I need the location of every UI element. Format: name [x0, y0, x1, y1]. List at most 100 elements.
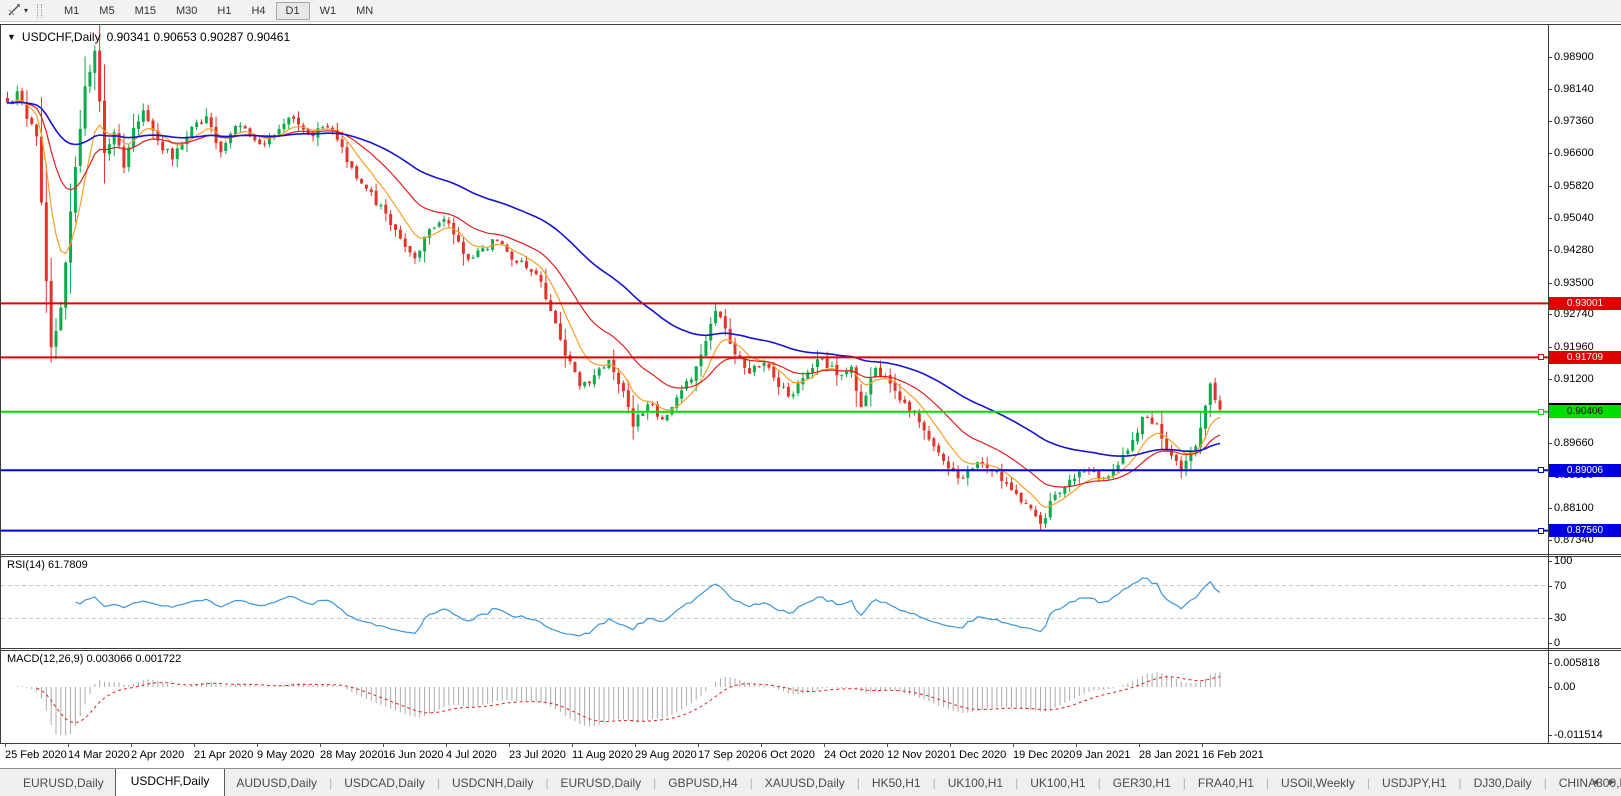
hline-marker: [1538, 409, 1544, 415]
price-tick-label: 0.91200: [1554, 373, 1594, 385]
price-level-badge: 0.87560: [1549, 524, 1621, 537]
date-tick-label: 28 Jan 2021: [1139, 749, 1200, 761]
main-chart-canvas[interactable]: [1, 24, 1548, 554]
date-tick-label: 16 Jun 2020: [383, 749, 444, 761]
date-axis-tick: [194, 743, 195, 747]
date-tick-label: 23 Jul 2020: [509, 749, 566, 761]
symbol-tab-xauusd-daily[interactable]: XAUUSD,Daily: [754, 771, 856, 795]
tool-dropdown-caret-icon[interactable]: ▾: [24, 7, 28, 15]
price-tick-label: 0.94280: [1554, 244, 1594, 256]
timeframe-button-h1[interactable]: H1: [207, 2, 241, 20]
symbol-tab-ger30-h1[interactable]: GER30,H1: [1102, 771, 1182, 795]
date-axis-tick: [887, 743, 888, 747]
macd-indicator-label: MACD(12,26,9) 0.003066 0.001722: [7, 653, 181, 665]
symbol-tab-eurusd-daily[interactable]: EURUSD,Daily: [12, 771, 115, 795]
symbol-tab-dj30-daily[interactable]: DJ30,Daily: [1463, 771, 1543, 795]
date-axis-tick: [572, 743, 573, 747]
price-axis-tick: [1548, 443, 1552, 444]
timeframe-button-m15[interactable]: M15: [125, 2, 166, 20]
price-tick-label: 0.95040: [1554, 212, 1594, 224]
date-axis-tick: [320, 743, 321, 747]
macd-canvas[interactable]: [1, 650, 1548, 743]
chart-title-dropdown-icon[interactable]: ▼: [7, 32, 16, 42]
date-axis-tick: [257, 743, 258, 747]
chart-left-border: [0, 24, 1, 743]
date-axis-tick: [1139, 743, 1140, 747]
price-tick-label: 0.92740: [1554, 308, 1594, 320]
price-tick-label: 0.96600: [1554, 147, 1594, 159]
toolbar-grip-handle[interactable]: [37, 4, 42, 18]
symbol-tab-uk100-h1[interactable]: UK100,H1: [1019, 771, 1096, 795]
price-tick-label: 0.88100: [1554, 502, 1594, 514]
mt4-window: ▾ M1M5M15M30H1H4D1W1MN ▼ USDCHF,Daily 0.…: [0, 0, 1621, 796]
symbol-tab-hk50-h1[interactable]: HK50,H1: [861, 771, 932, 795]
crosshair-tool-icon: [7, 3, 22, 18]
symbol-tab-usdchf-daily[interactable]: USDCHF,Daily: [115, 768, 226, 796]
timeframe-button-m1[interactable]: M1: [54, 2, 89, 20]
price-axis-tick: [1548, 283, 1552, 284]
date-tick-label: 29 Aug 2020: [635, 749, 697, 761]
timeframe-button-mn[interactable]: MN: [346, 2, 383, 20]
date-axis-tick: [131, 743, 132, 747]
timeframe-button-m5[interactable]: M5: [89, 2, 124, 20]
date-axis-tick: [1202, 743, 1203, 747]
rsi-tick-label: 0: [1554, 637, 1560, 649]
crosshair-tool-button[interactable]: ▾: [4, 2, 31, 19]
hline-marker: [1538, 354, 1544, 360]
date-axis-tick: [698, 743, 699, 747]
date-tick-label: 6 Oct 2020: [761, 749, 815, 761]
date-axis-tick: [68, 743, 69, 747]
symbol-tab-usdcnh-daily[interactable]: USDCNH,Daily: [441, 771, 544, 795]
timeframe-button-d1[interactable]: D1: [276, 2, 310, 20]
date-tick-label: 9 May 2020: [257, 749, 314, 761]
rsi-axis-tick: [1548, 586, 1552, 587]
timeframe-button-m30[interactable]: M30: [166, 2, 207, 20]
rsi-panel-top-border: [0, 556, 1621, 557]
price-axis-tick: [1548, 379, 1552, 380]
symbol-tab-eurusd-daily[interactable]: EURUSD,Daily: [549, 771, 652, 795]
macd-tick-label: 0.005818: [1554, 657, 1600, 669]
date-axis-tick: [509, 743, 510, 747]
price-axis-tick: [1548, 540, 1552, 541]
date-tick-label: 2 Apr 2020: [131, 749, 184, 761]
macd-tick-label: 0.00: [1554, 681, 1575, 693]
symbol-tab-bar: EURUSD,DailyUSDCHF,DailyAUDUSD,Daily|USD…: [0, 768, 1621, 796]
date-tick-label: 11 Aug 2020: [572, 749, 633, 761]
symbol-tab-usdcad-daily[interactable]: USDCAD,Daily: [333, 771, 436, 795]
timeframe-button-group: M1M5M15M30H1H4D1W1MN: [54, 2, 383, 20]
timeframe-button-w1[interactable]: W1: [310, 2, 347, 20]
hline-marker: [1538, 467, 1544, 473]
macd-axis-tick: [1548, 735, 1552, 736]
symbol-tab-uk100-h1[interactable]: UK100,H1: [937, 771, 1014, 795]
price-axis-tick: [1548, 121, 1552, 122]
price-tick-label: 0.98900: [1554, 51, 1594, 63]
symbol-tab-audusd-daily[interactable]: AUDUSD,Daily: [225, 771, 328, 795]
macd-tick-label: -0.011514: [1554, 729, 1603, 741]
rsi-axis-tick: [1548, 643, 1552, 644]
tabs-scroll-right-button[interactable]: ►: [1607, 777, 1617, 788]
macd-panel-top-border: [0, 650, 1621, 651]
price-tick-label: 0.93500: [1554, 277, 1594, 289]
rsi-tick-label: 70: [1554, 580, 1566, 592]
rsi-axis-tick: [1548, 561, 1552, 562]
timeframe-button-h4[interactable]: H4: [241, 2, 275, 20]
chart-ohlc-values: 0.90341 0.90653 0.90287 0.90461: [107, 30, 291, 44]
date-axis-tick: [446, 743, 447, 747]
macd-axis-tick: [1548, 687, 1552, 688]
date-tick-label: 9 Jan 2021: [1076, 749, 1130, 761]
macd-panel-bottom-border: [0, 743, 1621, 744]
date-axis-tick: [1076, 743, 1077, 747]
symbol-tab-usoil-weekly[interactable]: USOil,Weekly: [1270, 771, 1366, 795]
symbol-tab-usdjpy-h1[interactable]: USDJPY,H1: [1371, 771, 1457, 795]
symbol-tab-gbpusd-h4[interactable]: GBPUSD,H4: [657, 771, 748, 795]
date-tick-label: 4 Jul 2020: [446, 749, 497, 761]
price-axis-tick: [1548, 314, 1552, 315]
symbol-tab-fra40-h1[interactable]: FRA40,H1: [1187, 771, 1265, 795]
tabs-scroll-left-button[interactable]: ◄: [1590, 777, 1600, 788]
date-axis-tick: [1013, 743, 1014, 747]
price-axis-border: [1548, 24, 1549, 743]
chart-symbol-label: USDCHF,Daily: [22, 30, 101, 44]
rsi-canvas[interactable]: [1, 556, 1548, 648]
date-axis-tick: [950, 743, 951, 747]
price-tick-label: 0.95820: [1554, 180, 1594, 192]
